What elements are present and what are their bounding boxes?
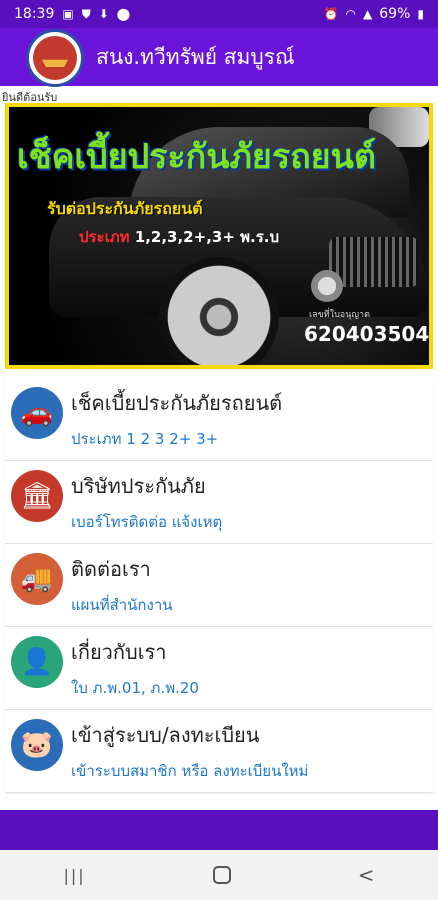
menu-item-title: เช็คเบี้ยประกันภัยรถยนต์ <box>71 391 283 415</box>
battery-percent: 69% <box>379 6 411 22</box>
menu-list: 🚗 เช็คเบี้ยประกันภัยรถยนต์ ประเภท 1 2 3 … <box>5 378 433 793</box>
menu-item-subtitle: เบอร์โทรติดต่อ แจ้งเหตุ <box>71 513 223 531</box>
menu-item-contact[interactable]: 🚚 ติดต่อเรา แผนที่สำนักงาน <box>5 544 433 627</box>
wifi-icon: ◠ <box>345 7 357 21</box>
banner-type-suffix: พ.ร.บ <box>240 228 280 246</box>
menu-item-subtitle: ใบ ภ.พ.01, ภ.พ.20 <box>71 679 199 697</box>
app-bar: สนง.ทวีทรัพย์ สมบูรณ์ <box>0 28 438 87</box>
shield-icon: ⛊ <box>81 6 91 21</box>
menu-item-insurance-companies[interactable]: 🏛 บริษัทประกันภัย เบอร์โทรติดต่อ แจ้งเหต… <box>5 461 433 544</box>
contact-icon: 🚚 <box>11 553 63 605</box>
location-icon: ⬤ <box>116 7 131 21</box>
back-button[interactable]: < <box>358 863 375 887</box>
home-button[interactable] <box>212 866 231 884</box>
battery-icon: ▮ <box>417 7 424 21</box>
photo-icon: ▣ <box>62 7 74 21</box>
banner-type-values: 1,2,3,2+,3+ <box>134 228 235 246</box>
car-insurance-icon: 🚗 <box>11 387 63 439</box>
license-number: 6204035041 <box>304 322 429 346</box>
savings-icon: 🐷 <box>11 719 63 771</box>
app-title: สนง.ทวีทรัพย์ สมบูรณ์ <box>96 44 295 69</box>
menu-item-subtitle: แผนที่สำนักงาน <box>71 596 173 614</box>
download-icon: ⬇ <box>98 7 109 21</box>
banner-type-label: ประเภท <box>79 228 130 246</box>
menu-item-title: ติดต่อเรา <box>71 557 151 581</box>
signal-icon: ▲ <box>363 7 373 21</box>
menu-item-about[interactable]: 👤 เกี่ยวกับเรา ใบ ภ.พ.01, ภ.พ.20 <box>5 627 433 710</box>
status-bar: 18:39 ▣ ⛊ ⬇ ⬤ ⏰ ◠ ▲ 69% ▮ <box>0 0 438 28</box>
menu-item-subtitle: เข้าระบบสมาชิก หรือ ลงทะเบียนใหม่ <box>71 762 309 780</box>
car-grille <box>329 237 419 287</box>
agent-icon: 👤 <box>11 636 63 688</box>
bottom-bar <box>0 810 438 850</box>
menu-item-title: เกี่ยวกับเรา <box>71 640 167 664</box>
bank-icon: 🏛 <box>11 470 63 522</box>
banner-type: ประเภท 1,2,3,2+,3+ พ.ร.บ <box>79 225 279 249</box>
car-wheel <box>159 257 279 365</box>
license-label: เลขที่ใบอนุญาต <box>309 310 370 320</box>
banner-subtitle: รับต่อประกันภัยรถยนต์ <box>47 199 203 218</box>
menu-item-title: บริษัทประกันภัย <box>71 474 206 498</box>
system-nav-bar: ||| < <box>0 850 438 900</box>
promo-banner[interactable]: เช็คเบี้ยประกันภัยรถยนต์ รับต่อประกันภัย… <box>5 103 433 369</box>
status-time: 18:39 <box>14 6 55 22</box>
license-seal-icon <box>311 270 343 302</box>
menu-item-check-premium[interactable]: 🚗 เช็คเบี้ยประกันภัยรถยนต์ ประเภท 1 2 3 … <box>5 378 433 461</box>
banner-title: เช็คเบี้ยประกันภัยรถยนต์ <box>17 137 376 177</box>
company-logo <box>26 29 84 87</box>
menu-item-title: เข้าสู่ระบบ/ลงทะเบียน <box>71 723 260 747</box>
recent-apps-button[interactable]: ||| <box>64 866 86 885</box>
menu-item-login-register[interactable]: 🐷 เข้าสู่ระบบ/ลงทะเบียน เข้าระบบสมาชิก ห… <box>5 710 433 793</box>
alarm-icon: ⏰ <box>323 7 339 21</box>
menu-item-subtitle: ประเภท 1 2 3 2+ 3+ <box>71 430 219 448</box>
